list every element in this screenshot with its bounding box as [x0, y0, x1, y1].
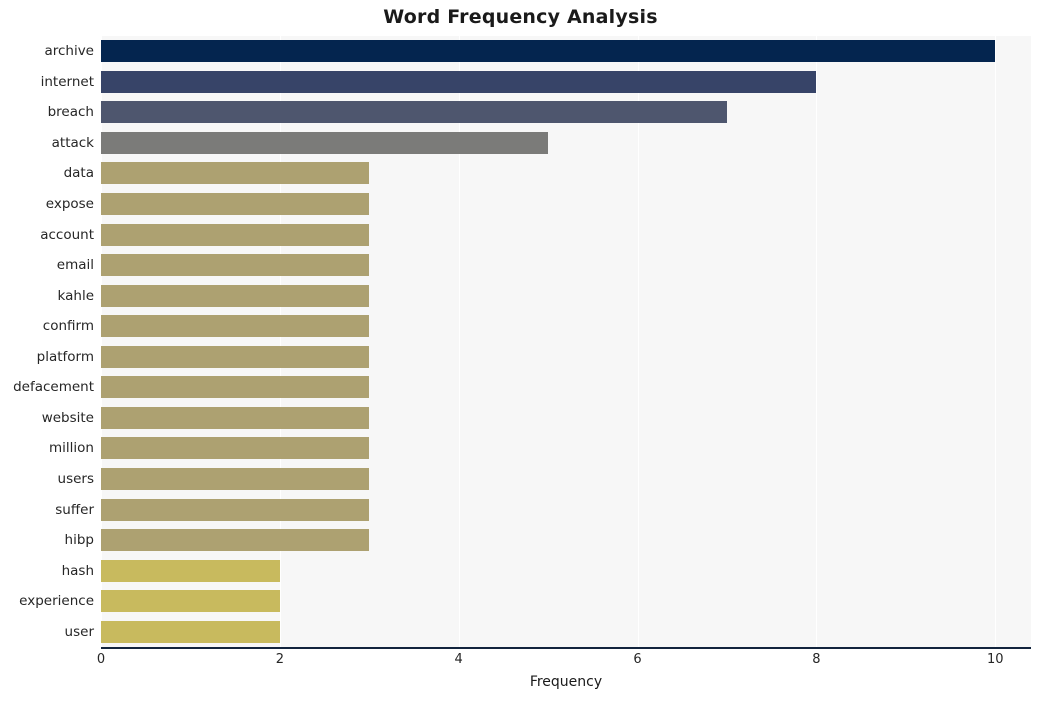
- bar-data: [101, 162, 370, 185]
- bar-confirm: [101, 315, 370, 338]
- x-tick-label-2: 2: [275, 652, 284, 667]
- bar-suffer: [101, 498, 370, 521]
- bar-account: [101, 223, 370, 246]
- bar-user: [101, 620, 280, 643]
- bar-users: [101, 467, 370, 490]
- y-tick-label-kahle: kahle: [57, 287, 94, 304]
- x-axis-title: Frequency: [529, 674, 603, 690]
- y-tick-label-data: data: [63, 165, 94, 182]
- y-tick-label-hash: hash: [61, 562, 94, 579]
- chart-figure: Word Frequency Analysis archive internet b…: [0, 0, 1041, 701]
- y-tick-label-user: user: [64, 623, 94, 640]
- x-tick-label-10: 10: [986, 652, 1004, 667]
- y-tick-label-attack: attack: [51, 134, 94, 151]
- bar-kahle: [101, 284, 370, 307]
- bar-platform: [101, 345, 370, 368]
- x-axis-tick-labels: 0 2 4 6 8 10: [97, 652, 1031, 672]
- y-tick-label-suffer: suffer: [55, 501, 94, 518]
- bar-expose: [101, 193, 370, 216]
- x-tick-label-0: 0: [96, 652, 106, 667]
- x-tick-label-8: 8: [812, 652, 821, 667]
- y-tick-label-platform: platform: [36, 348, 94, 365]
- y-tick-label-defacement: defacement: [13, 379, 94, 396]
- bar-archive: [101, 40, 996, 63]
- y-tick-label-expose: expose: [45, 196, 94, 213]
- plot-area: [101, 36, 1031, 649]
- y-tick-label-breach: breach: [47, 104, 94, 121]
- y-axis-tick-labels: archive internet breach attack data expose acc…: [0, 36, 94, 647]
- bar-website: [101, 406, 370, 429]
- y-tick-label-users: users: [57, 470, 94, 487]
- y-tick-label-email: email: [56, 257, 94, 274]
- chart-title: Word Frequency Analysis: [383, 6, 658, 28]
- x-tick-label-4: 4: [454, 652, 463, 667]
- bar-internet: [101, 70, 817, 93]
- bar-email: [101, 254, 370, 277]
- y-tick-label-website: website: [41, 409, 94, 426]
- y-tick-label-experience: experience: [19, 593, 94, 610]
- bar-attack: [101, 131, 549, 154]
- y-tick-label-million: million: [49, 440, 94, 457]
- bar-defacement: [101, 376, 370, 399]
- y-tick-label-archive: archive: [44, 43, 94, 60]
- bar-hibp: [101, 529, 370, 552]
- bars-layer: [101, 36, 1031, 647]
- bar-breach: [101, 101, 727, 124]
- y-tick-label-account: account: [40, 226, 94, 243]
- bar-hash: [101, 559, 280, 582]
- bar-experience: [101, 590, 280, 613]
- bar-million: [101, 437, 370, 460]
- y-tick-label-hibp: hibp: [64, 532, 94, 549]
- y-tick-label-confirm: confirm: [42, 318, 94, 335]
- x-tick-label-6: 6: [633, 652, 642, 667]
- y-tick-label-internet: internet: [40, 73, 94, 90]
